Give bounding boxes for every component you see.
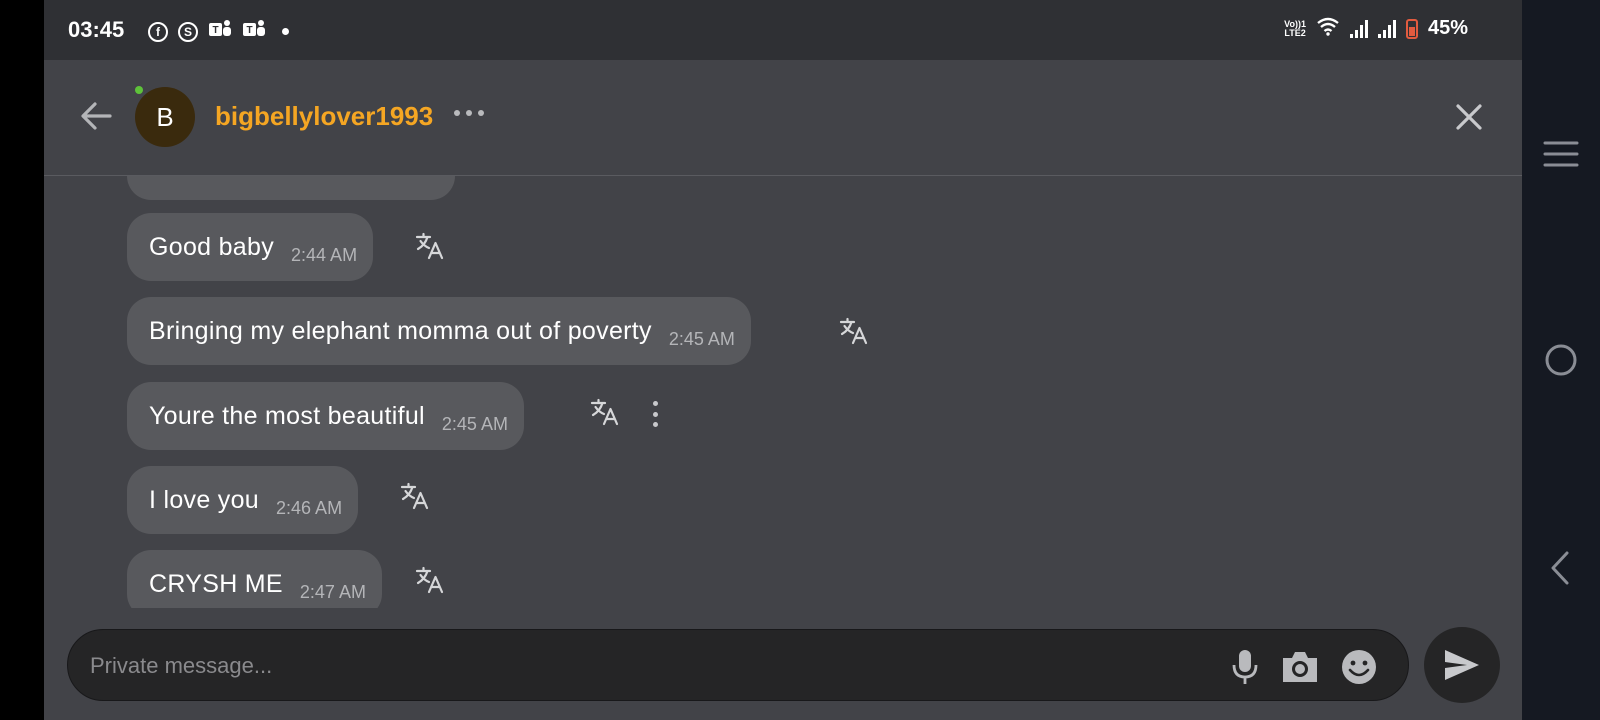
message-time: 2:44 AM — [291, 244, 358, 265]
translate-icon[interactable] — [415, 566, 445, 594]
message-time: 2:47 AM — [299, 581, 366, 602]
microphone-icon[interactable] — [1225, 648, 1265, 686]
status-time: 03:45 — [68, 17, 125, 42]
svg-text:T: T — [212, 25, 218, 36]
battery-percentage: 45% — [1427, 17, 1468, 39]
battery-icon — [1405, 18, 1418, 39]
more-notifications-dot — [282, 28, 289, 35]
message-text: Good baby — [149, 232, 275, 261]
arrow-left-icon — [81, 102, 112, 130]
message-bubble[interactable]: Bringing my elephant momma out of povert… — [127, 297, 751, 365]
message-bubble[interactable]: I love you 2:46 AM — [127, 466, 359, 534]
teams-icon: T — [208, 18, 232, 45]
back-nav-button[interactable] — [1541, 548, 1581, 588]
message-text: Youre the most beautiful — [149, 401, 425, 430]
message-composer — [67, 629, 1409, 701]
send-button[interactable] — [1424, 627, 1500, 703]
back-button[interactable] — [78, 98, 114, 134]
message-time: 2:45 AM — [668, 328, 735, 349]
translate-icon[interactable] — [590, 398, 620, 426]
emoji-icon[interactable] — [1339, 648, 1379, 686]
facebook-icon: f — [148, 21, 168, 42]
status-bar: 03:45 f S T T Vo))1 LTE2 45% — [44, 0, 1522, 60]
message-bubble-partial — [127, 176, 455, 200]
more-options-button[interactable] — [454, 110, 484, 116]
wifi-icon — [1316, 16, 1340, 41]
close-button[interactable] — [1453, 101, 1485, 133]
message-time: 2:45 AM — [441, 413, 508, 434]
chat-app: 03:45 f S T T Vo))1 LTE2 45% B bigbellyl… — [44, 0, 1522, 720]
message-input[interactable] — [88, 646, 1192, 686]
home-button[interactable] — [1541, 340, 1581, 380]
recent-apps-button[interactable] — [1541, 134, 1581, 174]
volte-icon: Vo))1 LTE2 — [1284, 18, 1306, 38]
username[interactable]: bigbellylover1993 — [215, 101, 433, 132]
translate-icon[interactable] — [839, 317, 869, 345]
translate-icon[interactable] — [415, 232, 445, 260]
status-indicators: Vo))1 LTE2 45% — [1284, 16, 1468, 41]
translate-icon[interactable] — [400, 482, 430, 510]
message-text: CRYSH ME — [149, 569, 283, 598]
online-indicator — [135, 86, 143, 94]
message-time: 2:46 AM — [276, 497, 343, 518]
signal-icon — [1349, 19, 1368, 38]
message-text: Bringing my elephant momma out of povert… — [149, 316, 652, 345]
circle-icon — [1545, 344, 1577, 376]
camera-icon[interactable] — [1280, 648, 1320, 686]
navigation-bar — [1522, 0, 1600, 720]
message-bubble[interactable]: CRYSH ME 2:47 AM — [127, 550, 382, 608]
svg-text:T: T — [246, 25, 252, 36]
chat-header: B bigbellylover1993 — [44, 60, 1522, 176]
teams-icon: T — [242, 18, 266, 45]
message-bubble[interactable]: Youre the most beautiful 2:45 AM — [127, 382, 524, 450]
skype-icon: S — [178, 21, 198, 42]
message-options-icon[interactable] — [650, 401, 660, 427]
avatar[interactable]: B — [135, 87, 195, 147]
chevron-left-icon — [1551, 551, 1569, 585]
message-text: I love you — [149, 485, 260, 514]
notification-icons: f S T T — [148, 18, 289, 45]
close-icon — [1456, 104, 1482, 130]
message-bubble[interactable]: Good baby 2:44 AM — [127, 213, 374, 281]
message-list[interactable]: Good baby 2:44 AM Bringing my elephant m… — [44, 176, 1522, 608]
send-icon — [1445, 650, 1479, 680]
menu-icon — [1543, 141, 1579, 167]
signal-icon — [1377, 19, 1396, 38]
